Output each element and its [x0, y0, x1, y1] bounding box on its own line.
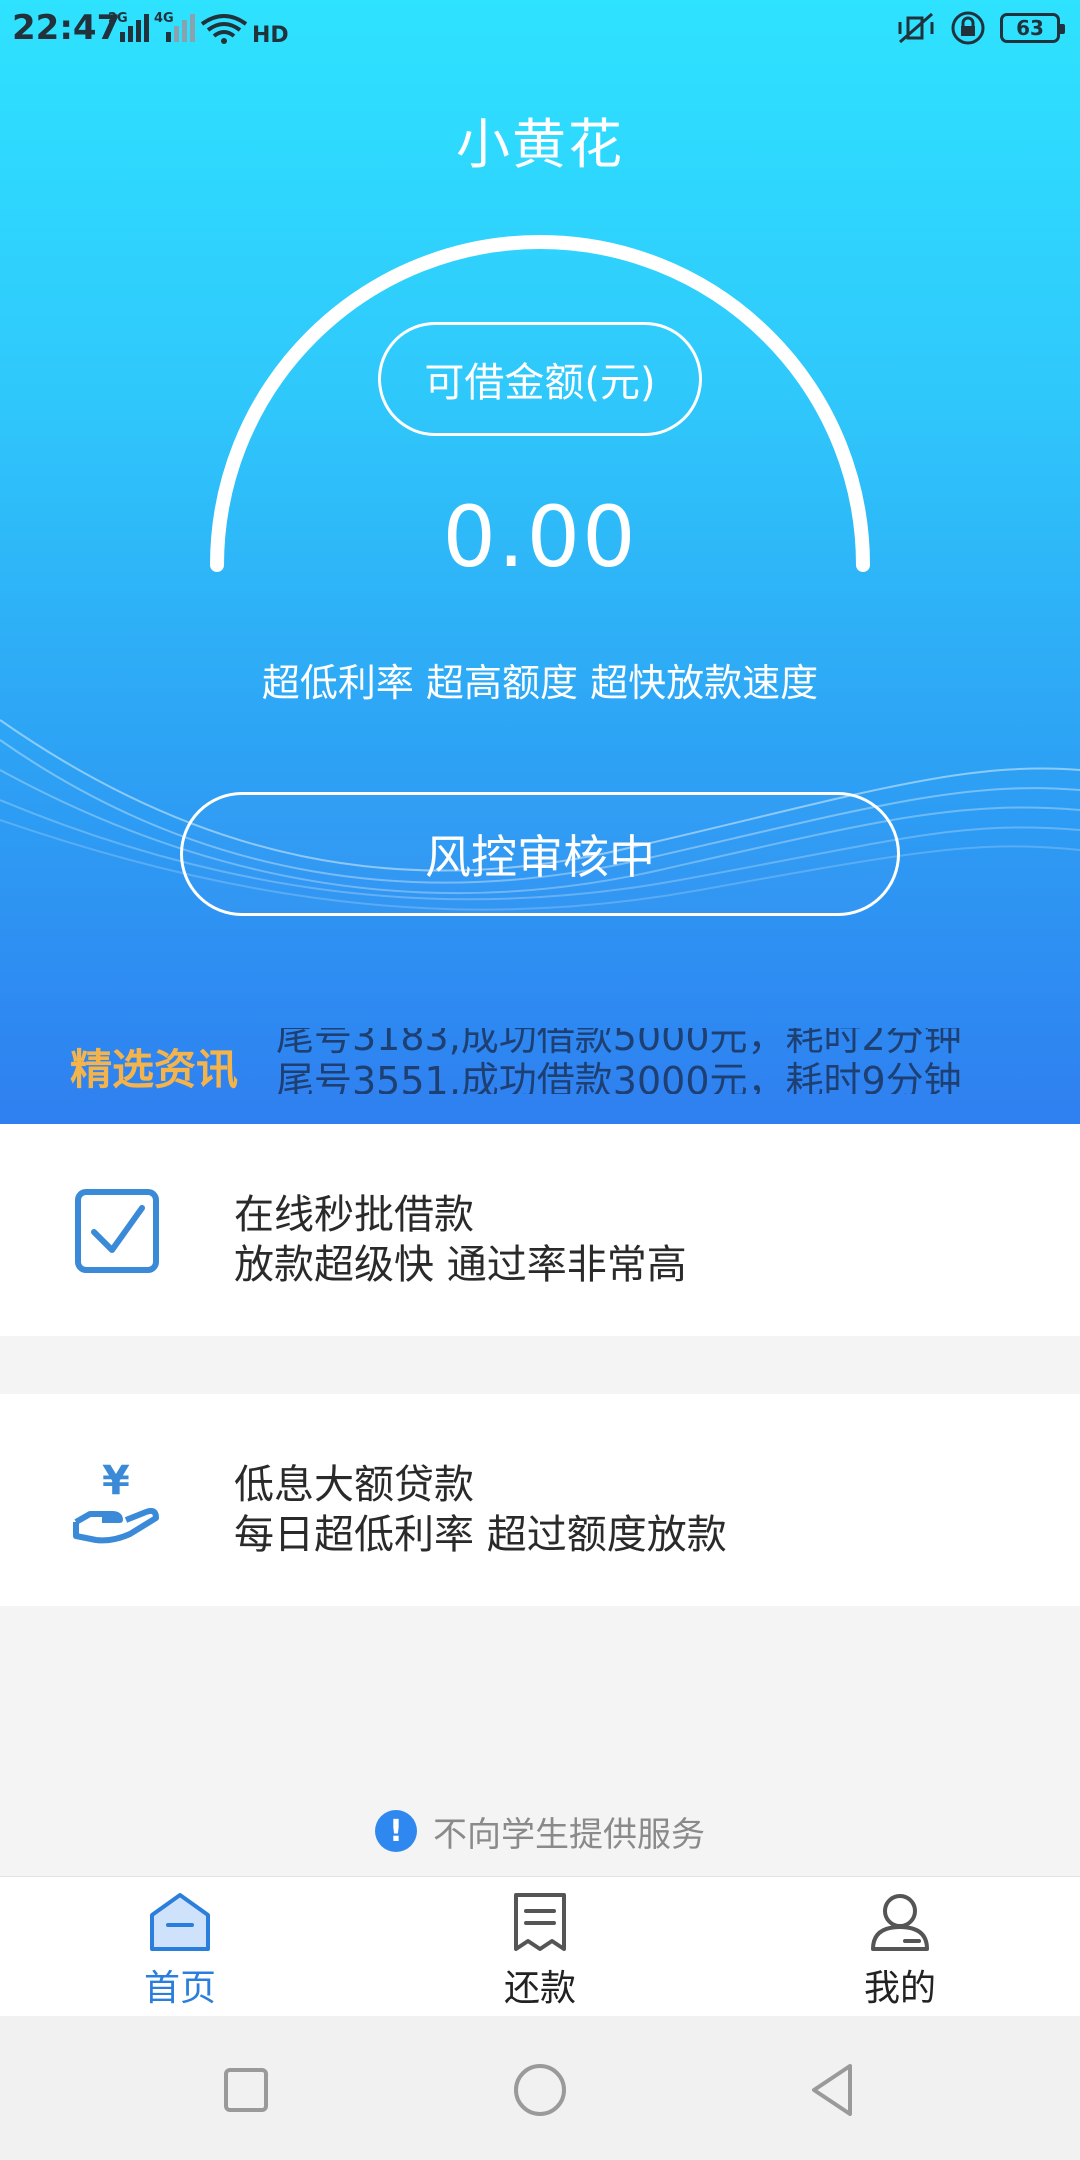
tab-home-label: 首页 [143, 1968, 216, 2009]
tab-home[interactable]: 首页 [80, 1891, 280, 2011]
lock-rotation-icon [951, 11, 985, 45]
net-4g-label: 4G [154, 11, 174, 26]
feature-card-quick-loan[interactable]: 在线秒批借款 放款超级快 通过率非常高 [0, 1124, 1080, 1336]
tagline: 超低利率 超高额度 超快放款速度 [261, 661, 819, 705]
battery-indicator: 63 [1000, 13, 1065, 43]
news-label: 精选资讯 [70, 1045, 239, 1094]
available-amount: 0.00 [442, 488, 638, 586]
tab-me-label: 我的 [863, 1968, 936, 2009]
status-time: 22:47 [12, 8, 121, 48]
notice-text: 不向学生提供服务 [433, 1814, 705, 1855]
tab-repay-label: 还款 [503, 1968, 576, 2009]
feature-subtitle: 放款超级快 通过率非常高 [234, 1242, 687, 1288]
review-status-button[interactable]: 风控审核中 [180, 792, 900, 916]
hero-panel: 22:47 2G 4G HD 63 小黄花 可借金额(元) 0.00 超低利率 … [0, 0, 1080, 1124]
feature-subtitle: 每日超低利率 超过额度放款 [234, 1512, 727, 1558]
student-notice: ! 不向学生提供服务 [0, 1806, 1080, 1856]
recent-apps-icon[interactable] [216, 2060, 276, 2120]
back-icon[interactable] [804, 2060, 864, 2120]
amount-label-pill: 可借金额(元) [378, 322, 702, 436]
tab-repay[interactable]: 还款 [440, 1891, 640, 2011]
bottom-tab-bar: 首页 还款 我的 [0, 1876, 1080, 2016]
tab-me[interactable]: 我的 [800, 1891, 1000, 2011]
status-bar: 22:47 2G 4G HD 63 [0, 0, 1080, 56]
hd-label: HD [252, 23, 289, 48]
system-nav-bar [0, 2016, 1080, 2160]
net-2g-label: 2G [108, 11, 128, 26]
checkbox-icon [75, 1189, 159, 1273]
yen-hand-icon: ¥ [73, 1458, 159, 1544]
signal-wifi-icons: 2G 4G HD [108, 11, 289, 48]
user-icon [871, 1894, 929, 1951]
mute-vibrate-icon [898, 12, 934, 44]
news-ticker[interactable]: 尾号3183,成功借款5000元，耗时2分钟 尾号3551,成功借款3000元，… [276, 1028, 1016, 1094]
app-title: 小黄花 [456, 113, 624, 176]
exclamation-icon: ! [375, 1810, 417, 1852]
svg-text:¥: ¥ [102, 1458, 130, 1504]
feature-card-low-interest[interactable]: ¥ 低息大额贷款 每日超低利率 超过额度放款 [0, 1394, 1080, 1606]
home-button-icon[interactable] [510, 2060, 570, 2120]
home-icon [150, 1893, 210, 1951]
receipt-icon [514, 1893, 566, 1951]
ticker-item-current: 尾号3551,成功借款3000元，耗时9分钟 [276, 1059, 962, 1094]
